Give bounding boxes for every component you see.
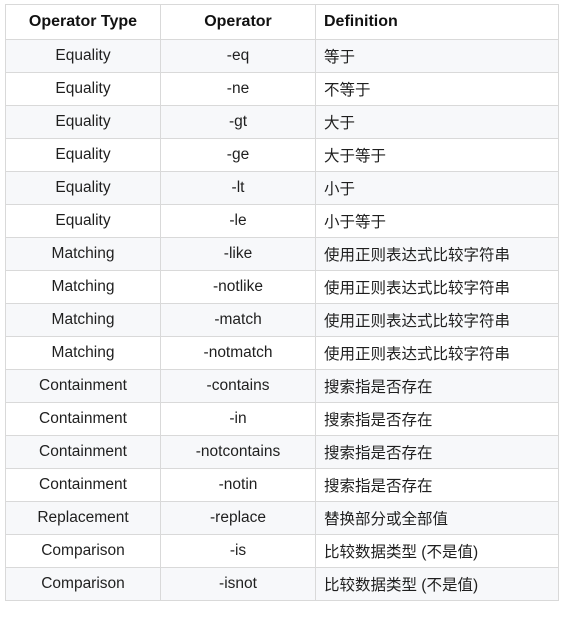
cell-definition: 等于 (315, 39, 559, 73)
cell-operator: -notlike (160, 270, 316, 304)
cell-operator-type: Containment (5, 369, 161, 403)
cell-operator: -lt (160, 171, 316, 205)
cell-operator-type: Equality (5, 105, 161, 139)
cell-definition: 使用正则表达式比较字符串 (315, 237, 559, 271)
table-row: Matching -notlike 使用正则表达式比较字符串 (5, 270, 559, 304)
cell-definition: 使用正则表达式比较字符串 (315, 336, 559, 370)
cell-operator: -contains (160, 369, 316, 403)
header-operator-type: Operator Type (5, 4, 161, 40)
header-operator: Operator (160, 4, 316, 40)
table-row: Equality -ge 大于等于 (5, 138, 559, 172)
table-row: Containment -notcontains 搜索指是否存在 (5, 435, 559, 469)
cell-definition: 搜索指是否存在 (315, 369, 559, 403)
cell-operator-type: Matching (5, 303, 161, 337)
cell-operator-type: Comparison (5, 567, 161, 601)
cell-operator-type: Matching (5, 270, 161, 304)
cell-operator: -match (160, 303, 316, 337)
cell-operator-type: Matching (5, 336, 161, 370)
table-row: Equality -ne 不等于 (5, 72, 559, 106)
table-row: Comparison -isnot 比较数据类型 (不是值) (5, 567, 559, 601)
cell-operator: -ne (160, 72, 316, 106)
header-row: Operator Type Operator Definition (5, 4, 559, 40)
table-row: Equality -le 小于等于 (5, 204, 559, 238)
cell-operator: -isnot (160, 567, 316, 601)
table-row: Matching -notmatch 使用正则表达式比较字符串 (5, 336, 559, 370)
cell-operator-type: Matching (5, 237, 161, 271)
cell-definition: 大于等于 (315, 138, 559, 172)
cell-operator: -gt (160, 105, 316, 139)
cell-operator: -eq (160, 39, 316, 73)
cell-operator: -notin (160, 468, 316, 502)
cell-definition: 小于 (315, 171, 559, 205)
cell-operator-type: Containment (5, 402, 161, 436)
cell-operator-type: Equality (5, 204, 161, 238)
cell-operator: -notmatch (160, 336, 316, 370)
cell-definition: 大于 (315, 105, 559, 139)
cell-operator-type: Containment (5, 468, 161, 502)
cell-definition: 替换部分或全部值 (315, 501, 559, 535)
cell-operator: -le (160, 204, 316, 238)
cell-definition: 小于等于 (315, 204, 559, 238)
table-header: Operator Type Operator Definition (5, 4, 559, 40)
cell-operator-type: Equality (5, 138, 161, 172)
table-row: Containment -in 搜索指是否存在 (5, 402, 559, 436)
cell-definition: 搜索指是否存在 (315, 402, 559, 436)
cell-operator: -notcontains (160, 435, 316, 469)
cell-operator-type: Comparison (5, 534, 161, 568)
operator-table: Operator Type Operator Definition Equali… (5, 4, 559, 601)
operator-table-sheet: Operator Type Operator Definition Equali… (0, 0, 563, 621)
cell-definition: 使用正则表达式比较字符串 (315, 303, 559, 337)
table-row: Equality -gt 大于 (5, 105, 559, 139)
table-row: Equality -lt 小于 (5, 171, 559, 205)
table-row: Containment -notin 搜索指是否存在 (5, 468, 559, 502)
cell-operator-type: Containment (5, 435, 161, 469)
cell-definition: 比较数据类型 (不是值) (315, 534, 559, 568)
table-row: Replacement -replace 替换部分或全部值 (5, 501, 559, 535)
cell-definition: 搜索指是否存在 (315, 435, 559, 469)
table-row: Matching -like 使用正则表达式比较字符串 (5, 237, 559, 271)
cell-definition: 使用正则表达式比较字符串 (315, 270, 559, 304)
cell-operator: -in (160, 402, 316, 436)
table-row: Comparison -is 比较数据类型 (不是值) (5, 534, 559, 568)
header-definition: Definition (315, 4, 559, 40)
cell-operator-type: Equality (5, 39, 161, 73)
table-body: Equality -eq 等于 Equality -ne 不等于 Equality -gt 大于… (5, 39, 559, 601)
cell-operator: -ge (160, 138, 316, 172)
cell-operator: -replace (160, 501, 316, 535)
table-row: Matching -match 使用正则表达式比较字符串 (5, 303, 559, 337)
cell-definition: 比较数据类型 (不是值) (315, 567, 559, 601)
cell-operator: -like (160, 237, 316, 271)
cell-operator-type: Equality (5, 171, 161, 205)
table-row: Equality -eq 等于 (5, 39, 559, 73)
cell-operator: -is (160, 534, 316, 568)
cell-operator-type: Replacement (5, 501, 161, 535)
cell-operator-type: Equality (5, 72, 161, 106)
table-row: Containment -contains 搜索指是否存在 (5, 369, 559, 403)
cell-definition: 搜索指是否存在 (315, 468, 559, 502)
cell-definition: 不等于 (315, 72, 559, 106)
